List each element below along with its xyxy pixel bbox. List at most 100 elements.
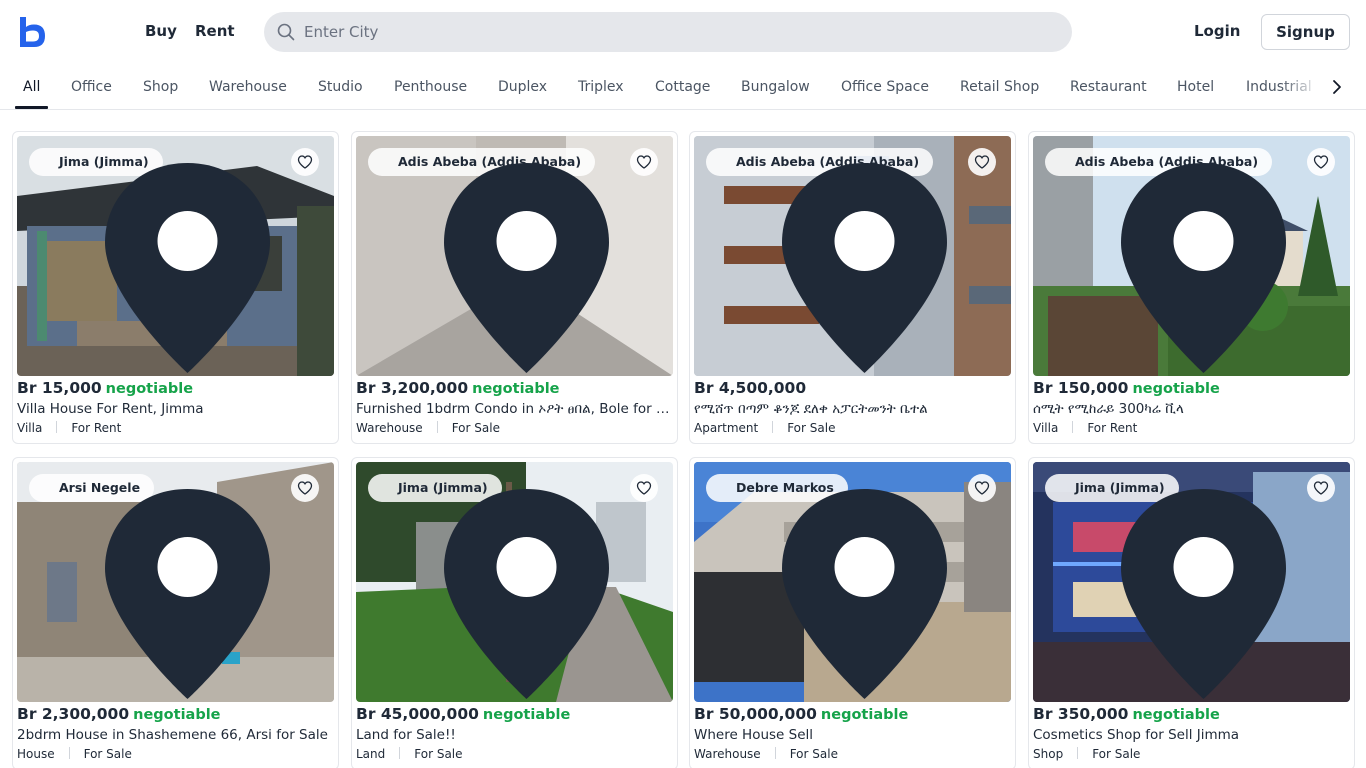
location-pin-icon: [105, 163, 270, 373]
listing-title: የሚሸጥ በጣም ቆንጆ ደለቀ አፓርትመንት ቤተል: [694, 401, 928, 417]
negotiable-label: negotiable: [472, 381, 560, 397]
favorite-button[interactable]: [1307, 474, 1335, 502]
heart-icon: [297, 155, 313, 169]
listing-meta: Villa For Rent: [1033, 421, 1351, 435]
heart-icon: [297, 481, 313, 495]
listing-card[interactable]: Adis Abeba (Addis Ababa) Br 4,500,000 የሚ…: [689, 131, 1016, 444]
negotiable-label: negotiable: [133, 707, 221, 723]
location-pin-icon: [1121, 163, 1286, 373]
listing-meta: Shop For Sale: [1033, 747, 1351, 761]
listing-title: Where House Sell: [694, 727, 814, 743]
listing-photo: Debre Markos: [694, 462, 1011, 702]
property-type: Villa: [1033, 421, 1059, 435]
listing-meta: House For Sale: [17, 747, 335, 761]
meta-divider: [774, 747, 776, 759]
negotiable-label: negotiable: [105, 381, 194, 397]
location-pin-icon: [444, 163, 609, 373]
listing-card[interactable]: Adis Abeba (Addis Ababa) Br 150,000 negot…: [1028, 131, 1355, 444]
favorite-button[interactable]: [630, 148, 658, 176]
listing-price: Br 50,000,000: [694, 705, 817, 723]
property-type: Shop: [1033, 747, 1064, 761]
listing-photo: Adis Abeba (Addis Ababa): [694, 136, 1011, 376]
favorite-button[interactable]: [291, 474, 319, 502]
favorite-button[interactable]: [968, 148, 996, 176]
property-type: Warehouse: [356, 421, 423, 435]
negotiable-label: negotiable: [820, 707, 909, 723]
listings-grid: Jima (Jimma) Br 15,000 negotiable Villa H…: [0, 0, 1366, 768]
listing-meta: Land For Sale: [356, 747, 674, 761]
location-badge: Adis Abeba (Addis Ababa): [706, 148, 947, 373]
price-row: Br 2,300,000 negotiable: [17, 704, 335, 726]
listing-price: Br 3,200,000: [356, 379, 469, 397]
negotiable-label: negotiable: [482, 707, 571, 723]
location-pin-icon: [782, 489, 947, 699]
meta-divider: [772, 421, 774, 433]
favorite-button[interactable]: [630, 474, 658, 502]
heart-icon: [1313, 155, 1329, 169]
heart-icon: [974, 155, 990, 169]
listing-card[interactable]: Adis Abeba (Addis Ababa) Br 3,200,000 neg…: [351, 131, 678, 444]
listing-price: Br 2,300,000: [17, 705, 130, 723]
location-badge: Arsi Negele: [29, 474, 270, 699]
listing-title: Furnished 1bdrm Condo in ኦዖት ፀበል, Bole f…: [356, 401, 674, 417]
listing-meta: Warehouse For Sale: [356, 421, 674, 435]
listing-title: ሰሚት የሚከራይ 300ካሬ ቪላ: [1033, 401, 1184, 417]
listing-title: 2bdrm House in Shashemene 66, Arsi for S…: [17, 727, 328, 743]
meta-divider: [68, 747, 70, 759]
listing-card[interactable]: Arsi Negele Br 2,300,000 negotiable 2bdrm…: [12, 457, 339, 768]
listing-price: Br 150,000: [1033, 379, 1129, 397]
heart-icon: [974, 481, 990, 495]
listing-purpose: For Sale: [451, 421, 500, 435]
negotiable-label: negotiable: [1132, 707, 1220, 723]
listing-meta: Villa For Rent: [17, 421, 335, 435]
location-pin-icon: [105, 489, 270, 699]
price-row: Br 350,000 negotiable: [1033, 704, 1351, 726]
listing-price: Br 45,000,000: [356, 705, 479, 723]
listing-price: Br 4,500,000: [694, 379, 807, 397]
listing-photo: Adis Abeba (Addis Ababa): [1033, 136, 1350, 376]
listing-photo: Adis Abeba (Addis Ababa): [356, 136, 673, 376]
listing-photo: Jima (Jimma): [17, 136, 334, 376]
listing-purpose: For Sale: [789, 747, 838, 761]
property-type: House: [17, 747, 55, 761]
listing-price: Br 350,000: [1033, 705, 1129, 723]
location-pin-icon: [1121, 489, 1286, 699]
listing-card[interactable]: Jima (Jimma) Br 45,000,000 negotiable Lan…: [351, 457, 678, 768]
listing-card[interactable]: Jima (Jimma) Br 350,000 negotiable Cosmet…: [1028, 457, 1355, 768]
favorite-button[interactable]: [1307, 148, 1335, 176]
listing-purpose: For Rent: [71, 421, 122, 435]
location-badge: Jima (Jimma): [1045, 474, 1286, 699]
listing-photo: Jima (Jimma): [356, 462, 673, 702]
heart-icon: [636, 481, 652, 495]
price-row: Br 45,000,000 negotiable: [356, 704, 674, 726]
price-row: Br 150,000 negotiable: [1033, 378, 1351, 400]
price-row: Br 15,000 negotiable: [17, 378, 335, 400]
location-badge: Adis Abeba (Addis Ababa): [1045, 148, 1286, 373]
negotiable-label: negotiable: [1132, 381, 1220, 397]
price-row: Br 3,200,000 negotiable: [356, 378, 674, 400]
listing-meta: Apartment For Sale: [694, 421, 1012, 435]
listing-purpose: For Sale: [414, 747, 463, 761]
favorite-button[interactable]: [968, 474, 996, 502]
listing-title: Villa House For Rent, Jimma: [17, 401, 204, 417]
meta-divider: [56, 421, 58, 433]
price-row: Br 4,500,000: [694, 378, 1012, 400]
listing-title: Cosmetics Shop for Sell Jimma: [1033, 727, 1240, 743]
price-row: Br 50,000,000 negotiable: [694, 704, 1012, 726]
listing-purpose: For Sale: [787, 421, 836, 435]
property-type: Land: [356, 747, 386, 761]
favorite-button[interactable]: [291, 148, 319, 176]
property-type: Warehouse: [694, 747, 761, 761]
location-badge: Debre Markos: [706, 474, 947, 699]
listing-photo: Arsi Negele: [17, 462, 334, 702]
listing-title: Land for Sale!!: [356, 727, 456, 743]
heart-icon: [636, 155, 652, 169]
listing-photo: Jima (Jimma): [1033, 462, 1350, 702]
property-type: Apartment: [694, 421, 759, 435]
listing-card[interactable]: Debre Markos Br 50,000,000 negotiable Whe…: [689, 457, 1016, 768]
location-badge: Adis Abeba (Addis Ababa): [368, 148, 609, 373]
location-badge: Jima (Jimma): [368, 474, 609, 699]
listing-purpose: For Sale: [83, 747, 132, 761]
listing-purpose: For Sale: [1092, 747, 1141, 761]
listing-card[interactable]: Jima (Jimma) Br 15,000 negotiable Villa H…: [12, 131, 339, 444]
